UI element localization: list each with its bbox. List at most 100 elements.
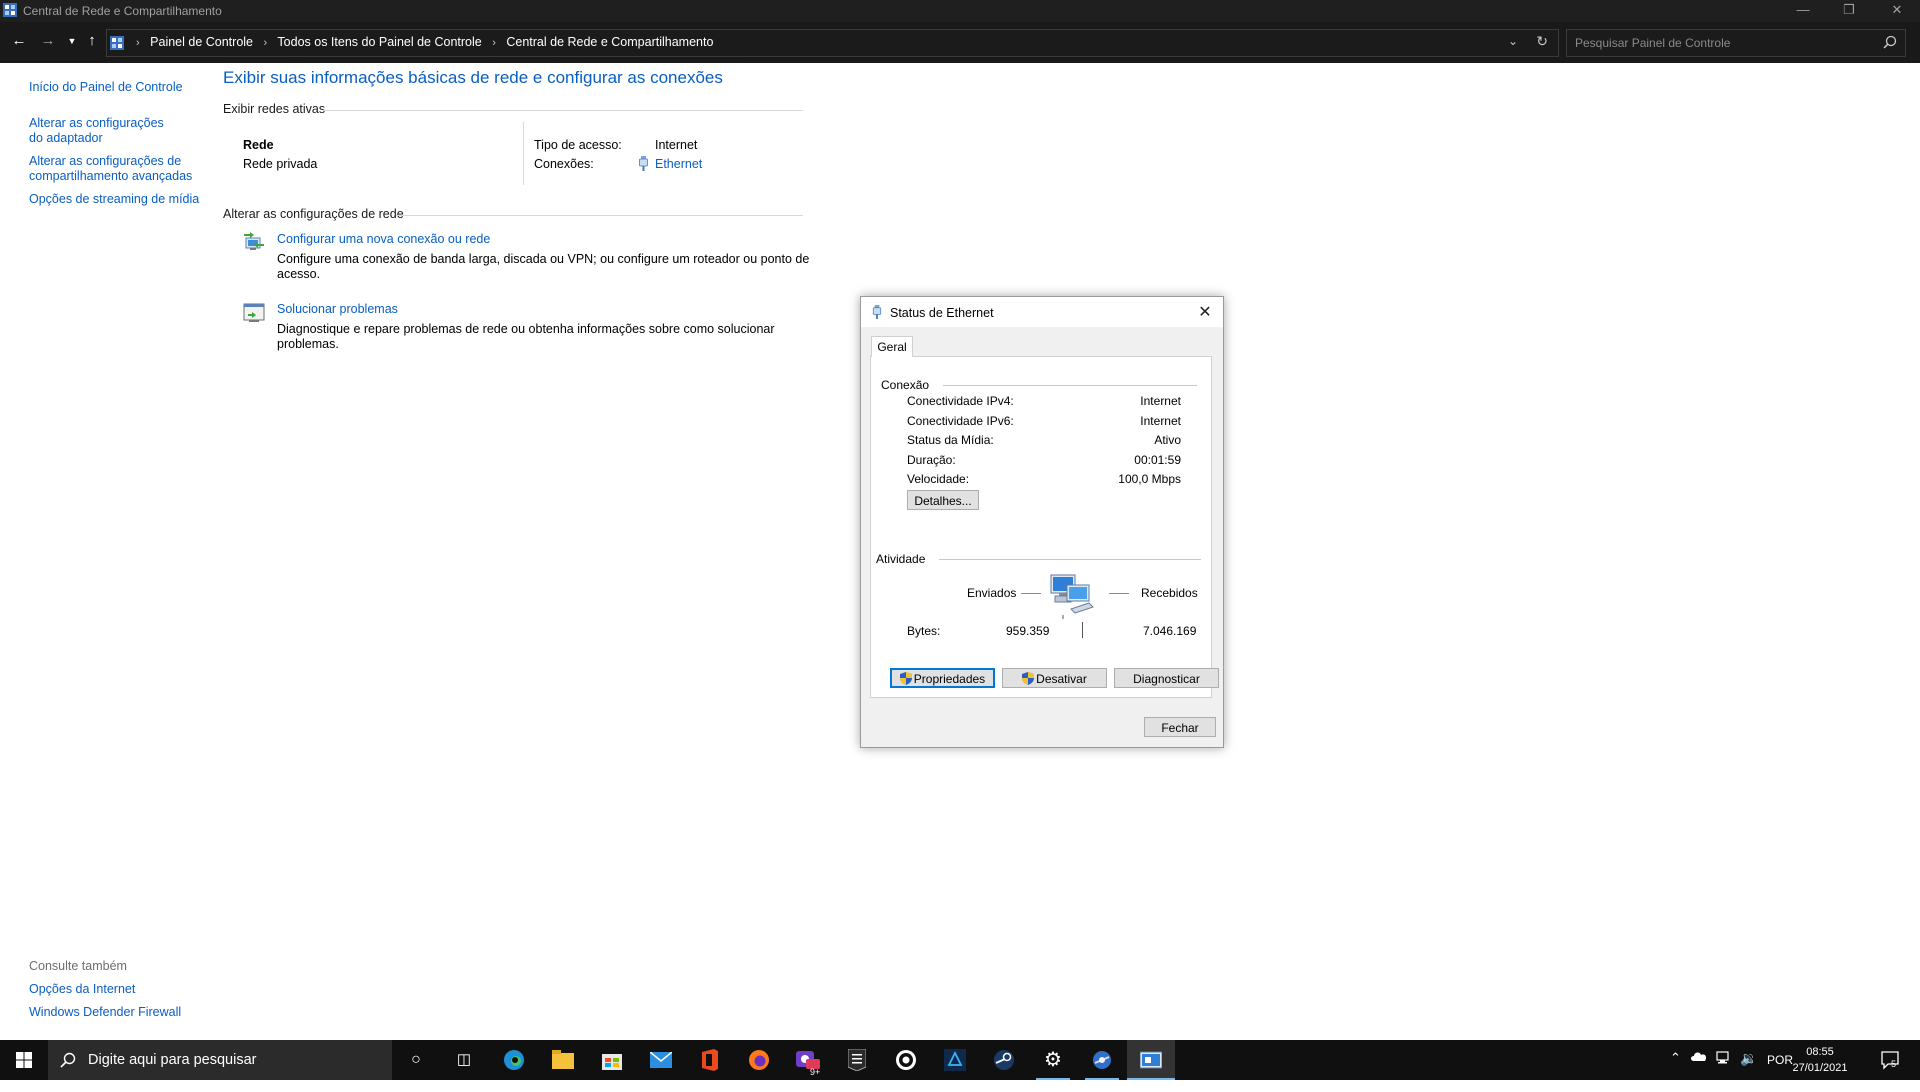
- search-icon: [60, 1052, 76, 1068]
- page-title: Exibir suas informações básicas de rede …: [223, 68, 723, 87]
- bytes-sent-value: 959.359: [1006, 624, 1050, 638]
- ethernet-icon: [872, 305, 882, 319]
- onedrive-cloud-icon[interactable]: [1690, 1050, 1708, 1065]
- bytes-label: Bytes:: [907, 624, 941, 638]
- refresh-icon[interactable]: ↻: [1536, 33, 1548, 50]
- speed-label: Velocidade:: [907, 472, 970, 486]
- taskbar-search-text: Digite aqui para pesquisar: [88, 1052, 257, 1068]
- new-connection-link[interactable]: Configurar uma nova conexão ou rede: [277, 232, 490, 246]
- disable-button[interactable]: Desativar: [1002, 668, 1107, 688]
- ubisoft-icon[interactable]: [882, 1040, 930, 1080]
- firefox-icon[interactable]: [735, 1040, 783, 1080]
- start-windows-icon[interactable]: [0, 1040, 48, 1080]
- edge-icon[interactable]: [490, 1040, 538, 1080]
- duration-label: Duração:: [907, 453, 956, 467]
- sidebar-link-internet-options[interactable]: Opções da Internet: [29, 982, 135, 997]
- search-box[interactable]: [1566, 29, 1906, 57]
- troubleshoot-link[interactable]: Solucionar problemas: [277, 302, 398, 316]
- divider: [1021, 593, 1041, 594]
- control-panel-icon: [110, 36, 124, 50]
- sidebar-link-advanced-sharing[interactable]: Alterar as configurações de compartilham…: [29, 154, 199, 184]
- taskbar: Digite aqui para pesquisar ○ ◫ 9+ ⚙ ⌃ 🔉 …: [0, 1040, 1920, 1080]
- clock[interactable]: 08:55 27/01/2021: [1780, 1044, 1860, 1076]
- control-panel-icon[interactable]: [1078, 1040, 1126, 1080]
- minimize-icon[interactable]: —: [1780, 0, 1826, 22]
- change-settings-heading: Alterar as configurações de rede: [223, 207, 404, 221]
- sidebar-link-media-streaming[interactable]: Opções de streaming de mídia: [29, 192, 199, 207]
- uac-shield-icon: [1022, 672, 1035, 685]
- tab-general[interactable]: Geral: [871, 336, 913, 357]
- active-networks-heading: Exibir redes ativas: [223, 102, 326, 116]
- bytes-received-value: 7.046.169: [1143, 624, 1197, 638]
- cortana-icon[interactable]: ○: [392, 1040, 440, 1080]
- breadcrumb-item[interactable]: Todos os Itens do Painel de Controle: [277, 35, 481, 49]
- ipv4-label: Conectividade IPv4:: [907, 394, 1014, 408]
- back-arrow-icon[interactable]: ←: [9, 32, 29, 49]
- sent-label: Enviados: [967, 586, 1017, 600]
- duration-value: 00:01:59: [1134, 453, 1181, 467]
- troubleshoot-description: Diagnostique e repare problemas de rede …: [277, 322, 775, 351]
- ethernet-connection-link[interactable]: Ethernet: [655, 157, 702, 171]
- activity-group-heading: Atividade: [876, 552, 926, 566]
- breadcrumb-separator-icon[interactable]: ›: [264, 37, 268, 49]
- dialog-title-bar[interactable]: Status de Ethernet ✕: [861, 297, 1223, 327]
- details-button[interactable]: Detalhes...: [907, 490, 979, 510]
- close-icon[interactable]: ✕: [1874, 0, 1920, 22]
- search-icon[interactable]: [1883, 35, 1897, 49]
- settings-icon[interactable]: ⚙: [1029, 1040, 1077, 1080]
- restore-icon[interactable]: ❐: [1826, 0, 1872, 22]
- properties-button[interactable]: Propriedades: [890, 668, 995, 688]
- search-input[interactable]: [1573, 33, 1877, 53]
- new-connection-icon: [244, 232, 264, 250]
- network-center-icon[interactable]: [1127, 1040, 1175, 1080]
- divider: [396, 215, 803, 216]
- forward-arrow-icon[interactable]: →: [38, 32, 58, 49]
- up-arrow-icon[interactable]: ↑: [82, 32, 102, 49]
- sidebar-link-adapter-settings[interactable]: Alterar as configurações do adaptador: [29, 116, 179, 146]
- breadcrumb-item[interactable]: Central de Rede e Compartilhamento: [506, 35, 713, 49]
- close-button[interactable]: Fechar: [1144, 717, 1216, 737]
- ethernet-icon: [639, 156, 648, 171]
- network-name: Rede: [243, 138, 274, 152]
- troubleshoot-icon: [243, 303, 265, 322]
- access-type-label: Tipo de acesso:: [534, 138, 622, 152]
- properties-button-label: Propriedades: [913, 672, 986, 686]
- epic-games-icon[interactable]: [833, 1040, 881, 1080]
- breadcrumb-item[interactable]: Painel de Controle: [150, 35, 253, 49]
- ipv6-label: Conectividade IPv6:: [907, 414, 1014, 428]
- see-also-heading: Consulte também: [29, 959, 127, 973]
- divider: [1082, 622, 1083, 638]
- ipv4-value: Internet: [1140, 394, 1181, 408]
- chevron-down-icon[interactable]: ⌄: [1508, 34, 1518, 48]
- recent-locations-chevron-icon[interactable]: ▼: [62, 36, 82, 46]
- sidebar-link-firewall[interactable]: Windows Defender Firewall: [29, 1005, 181, 1020]
- network-computers-icon: [1050, 574, 1094, 619]
- notifications-icon[interactable]: 5: [1880, 1050, 1900, 1073]
- battle-net-icon[interactable]: [931, 1040, 979, 1080]
- chevron-up-icon[interactable]: ⌃: [1670, 1050, 1681, 1066]
- photos-icon[interactable]: 9+: [784, 1040, 832, 1080]
- sidebar-link-home[interactable]: Início do Painel de Controle: [29, 80, 183, 95]
- breadcrumb-separator-icon[interactable]: ›: [492, 37, 496, 49]
- office-icon[interactable]: [686, 1040, 734, 1080]
- new-connection-description: Configure uma conexão de banda larga, di…: [277, 252, 810, 281]
- address-bar[interactable]: › Painel de Controle › Todos os Itens do…: [106, 29, 1559, 57]
- steam-icon[interactable]: [980, 1040, 1028, 1080]
- file-explorer-icon[interactable]: [539, 1040, 587, 1080]
- clock-time: 08:55: [1806, 1046, 1834, 1058]
- connection-group-heading: Conexão: [881, 378, 930, 392]
- store-icon[interactable]: [588, 1040, 636, 1080]
- connections-label: Conexões:: [534, 157, 594, 171]
- taskbar-search-box[interactable]: Digite aqui para pesquisar: [48, 1040, 392, 1080]
- diagnose-button[interactable]: Diagnosticar: [1114, 668, 1219, 688]
- divider: [939, 559, 1201, 560]
- dialog-title: Status de Ethernet: [890, 306, 994, 320]
- task-view-icon[interactable]: ◫: [440, 1040, 488, 1080]
- close-icon[interactable]: ✕: [1195, 302, 1215, 322]
- divider: [323, 110, 803, 111]
- disable-button-label: Desativar: [1036, 672, 1087, 686]
- mail-icon[interactable]: [637, 1040, 685, 1080]
- breadcrumb-separator-icon: ›: [136, 37, 140, 49]
- volume-icon[interactable]: 🔉: [1740, 1050, 1757, 1067]
- network-status-icon[interactable]: [1716, 1051, 1732, 1068]
